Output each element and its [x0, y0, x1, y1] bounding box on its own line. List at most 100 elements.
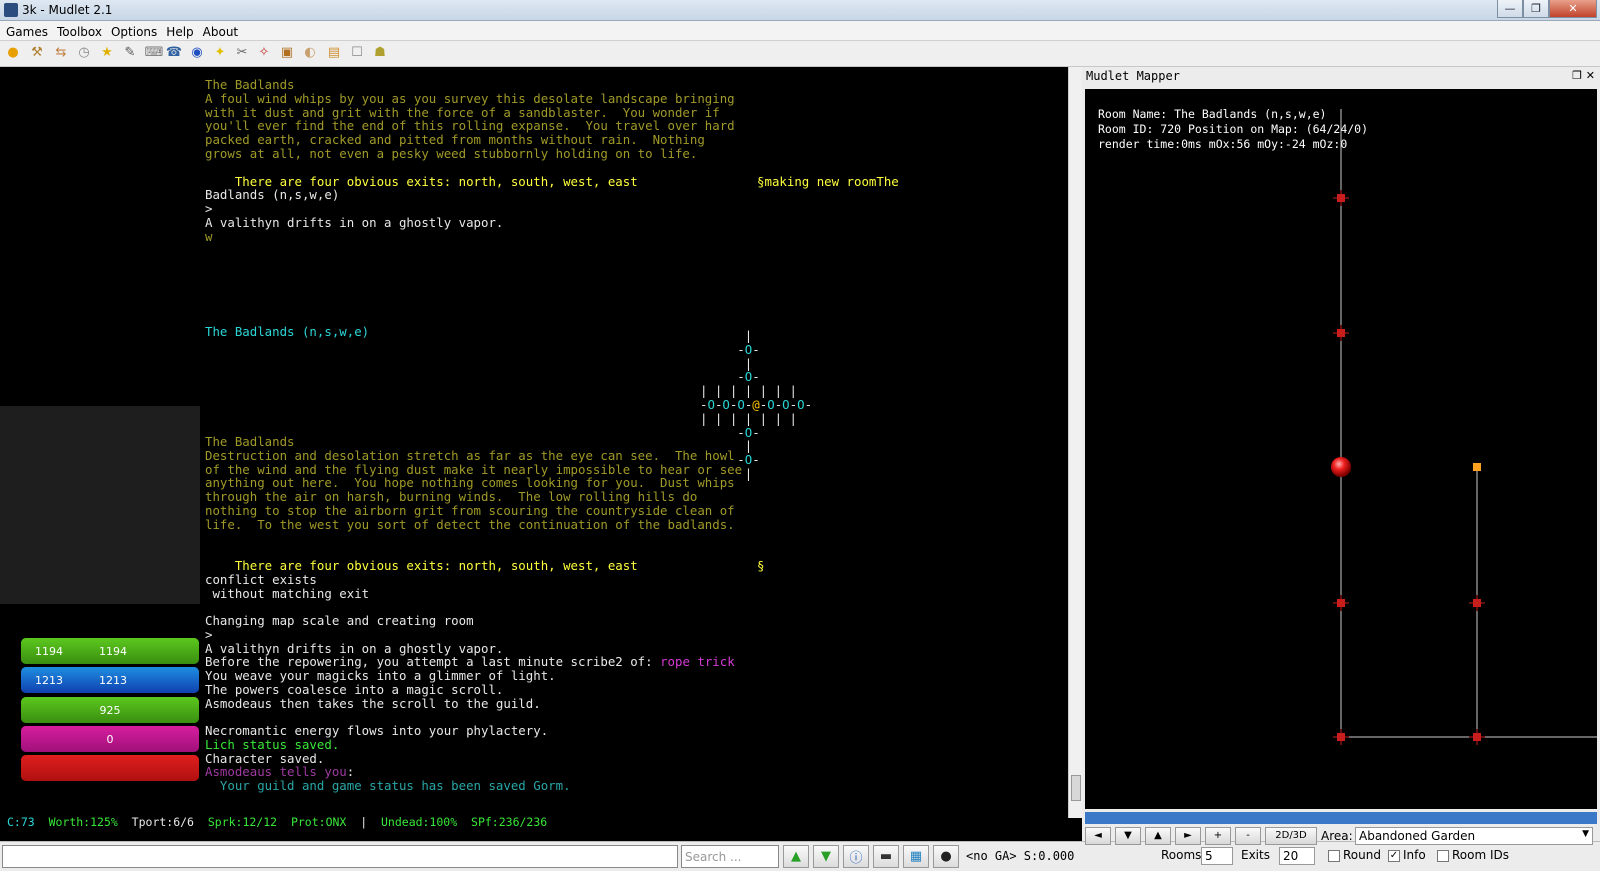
scribe-spell: rope trick — [660, 654, 735, 669]
minimap-row: | — [700, 328, 753, 343]
map-move-right-button[interactable]: ► — [1175, 827, 1201, 845]
area-label: Area: — [1321, 829, 1353, 843]
gauge-value: 1213 — [35, 674, 63, 687]
status-tport: Tport:6/6 — [131, 815, 194, 829]
mapper-panel: Mudlet Mapper ❐ ✕ Room Name: The Badland… — [1082, 67, 1600, 865]
gauge-fill — [21, 755, 199, 781]
map-move-down-button[interactable]: ▼ — [1115, 827, 1141, 845]
exits-label: Exits — [1241, 848, 1270, 862]
ga-status: <no GA> S:0.000 — [966, 849, 1075, 863]
minimap-row: -O-O-O-@-O-O-O- — [700, 396, 813, 412]
round-label: Round — [1343, 848, 1381, 862]
map-move-left-button[interactable]: ◄ — [1085, 827, 1111, 845]
main-toolbar: ● ⚒ ⇆ ◷ ★ ✎ ⌨ ☎ ◉ ✦ ✂ ✧ ▣ ◐ ▤ ☐ ☗ — [0, 41, 1600, 67]
map-2d3d-button[interactable]: 2D/3D — [1265, 827, 1317, 845]
reconnect-icon[interactable]: ☐ — [349, 45, 365, 61]
left-border-panel — [0, 406, 200, 604]
menu-toolbox[interactable]: Toolbox — [51, 23, 105, 39]
notepad-icon[interactable]: ✧ — [256, 45, 272, 61]
room-ids-checkbox[interactable] — [1437, 850, 1449, 862]
menu-bar: Games Toolbox Options Help About — [0, 21, 1600, 41]
map-room[interactable] — [1469, 729, 1485, 745]
minimap-row: -O- — [700, 341, 760, 357]
map-room[interactable] — [1333, 729, 1349, 745]
rooms-spinbox[interactable]: 5 — [1201, 847, 1233, 865]
tell-line: Asmodeaus tells you: — [205, 765, 354, 779]
console-line: nothing to stop the airborn grit from sc… — [205, 503, 735, 518]
map-graph[interactable] — [1085, 89, 1597, 809]
aliases-icon[interactable]: ⇆ — [53, 45, 69, 61]
maximize-button[interactable]: ❐ — [1523, 0, 1549, 18]
area-select[interactable]: Abandoned Garden ▼ — [1355, 827, 1593, 845]
map-room[interactable] — [1469, 595, 1485, 611]
menu-help[interactable]: Help — [160, 23, 196, 39]
timers-icon[interactable]: ◷ — [76, 45, 92, 61]
search-input[interactable]: Search ... — [681, 845, 779, 868]
window-title: 3k - Mudlet 2.1 — [22, 3, 113, 17]
keys-icon[interactable]: ⌨ — [145, 45, 164, 61]
mapper-close-icon[interactable]: ✕ — [1586, 69, 1595, 82]
variables-icon[interactable]: ☎ — [166, 45, 182, 61]
room-ids-label: Room IDs — [1452, 848, 1510, 862]
triggers-icon[interactable]: ⚒ — [29, 45, 45, 61]
console-line: life. To the west you sort of detect the… — [205, 516, 735, 532]
menu-about[interactable]: About — [197, 23, 241, 39]
map-canvas[interactable]: Room Name: The Badlands (n,s,w,e) Room ID… — [1085, 89, 1597, 809]
console-line: conflict exists — [205, 571, 317, 587]
tell-message: Your guild and game status has been save… — [205, 778, 571, 793]
map-room[interactable] — [1333, 190, 1349, 206]
tell-colon: : — [346, 764, 355, 779]
status-gauge: 1213 1213 — [21, 667, 199, 693]
exits-spinbox[interactable]: 20 — [1279, 847, 1315, 865]
package-icon[interactable]: ▣ — [279, 45, 295, 61]
scripts-icon[interactable]: ✎ — [122, 45, 138, 61]
command-input[interactable] — [2, 845, 678, 868]
minimap-row: | — [700, 465, 753, 481]
console-line: Asmodeaus then takes the scroll to the g… — [205, 695, 541, 711]
map-zoom-out-button[interactable]: - — [1235, 827, 1261, 845]
console-line: Lich status saved. — [205, 737, 340, 752]
round-checkbox[interactable] — [1328, 850, 1340, 862]
menu-games[interactable]: Games — [0, 23, 51, 39]
record-icon[interactable]: ● — [933, 845, 959, 868]
mapper-splitter[interactable] — [1085, 812, 1597, 824]
replay-icon[interactable]: ◐ — [302, 45, 318, 61]
help-bulb-icon[interactable]: ✦ — [212, 45, 228, 61]
irc-icon[interactable]: ☗ — [372, 45, 388, 61]
log-icon[interactable]: ▬ — [873, 845, 899, 868]
mudlet-globe-icon[interactable]: ◉ — [189, 45, 205, 61]
console-line: without matching exit — [205, 585, 370, 601]
map-room[interactable] — [1333, 595, 1349, 611]
menu-options[interactable]: Options — [105, 23, 160, 39]
mapper-controls: ◄ ▼ ▲ ► + - 2D/3D Area: Abandoned Garden… — [1085, 827, 1597, 867]
settings-icon[interactable]: ✂ — [234, 45, 250, 61]
console-line: Changing map scale and creating room — [205, 613, 474, 629]
connect-icon[interactable]: ● — [5, 45, 21, 61]
ascii-minimap: | -O- | -O- | | | | | | | -O-O-O-@-O-O-O- |… — [700, 329, 830, 481]
minimize-button[interactable]: — — [1497, 0, 1523, 18]
console-line: > — [205, 627, 213, 642]
map-move-up-button[interactable]: ▲ — [1145, 827, 1171, 845]
status-c: C:73 — [7, 815, 35, 829]
status-prot: Prot:ONX — [290, 815, 347, 829]
map-zoom-in-button[interactable]: + — [1205, 827, 1231, 845]
screenshot-icon[interactable]: ▦ — [903, 845, 929, 868]
gauge-max: 1194 — [99, 645, 127, 658]
console-line: grows at all, not even a pesky weed stub… — [205, 146, 698, 161]
console-line: w — [205, 228, 213, 244]
room-short-name: The Badlands (n,s,w,e) — [205, 324, 370, 339]
gauge-value: 0 — [106, 733, 114, 746]
scroll-up-icon[interactable]: ▲ — [783, 845, 809, 868]
buttons-icon[interactable]: ★ — [99, 45, 115, 61]
map-room[interactable] — [1333, 325, 1349, 341]
mapper-float-icon[interactable]: ❐ — [1572, 69, 1582, 82]
info-icon[interactable]: ⓘ — [843, 845, 869, 868]
console-line: A valithyn drifts in on a ghostly vapor. — [205, 215, 504, 230]
scroll-down-icon[interactable]: ▼ — [813, 845, 839, 868]
console-scrollbar[interactable] — [1068, 67, 1083, 818]
console-scrollbar-thumb[interactable] — [1071, 775, 1081, 801]
info-checkbox[interactable]: ✓ — [1388, 850, 1400, 862]
map-room-special[interactable] — [1473, 463, 1481, 471]
close-button[interactable]: ✕ — [1549, 0, 1597, 18]
map-icon[interactable]: ▤ — [326, 45, 342, 61]
